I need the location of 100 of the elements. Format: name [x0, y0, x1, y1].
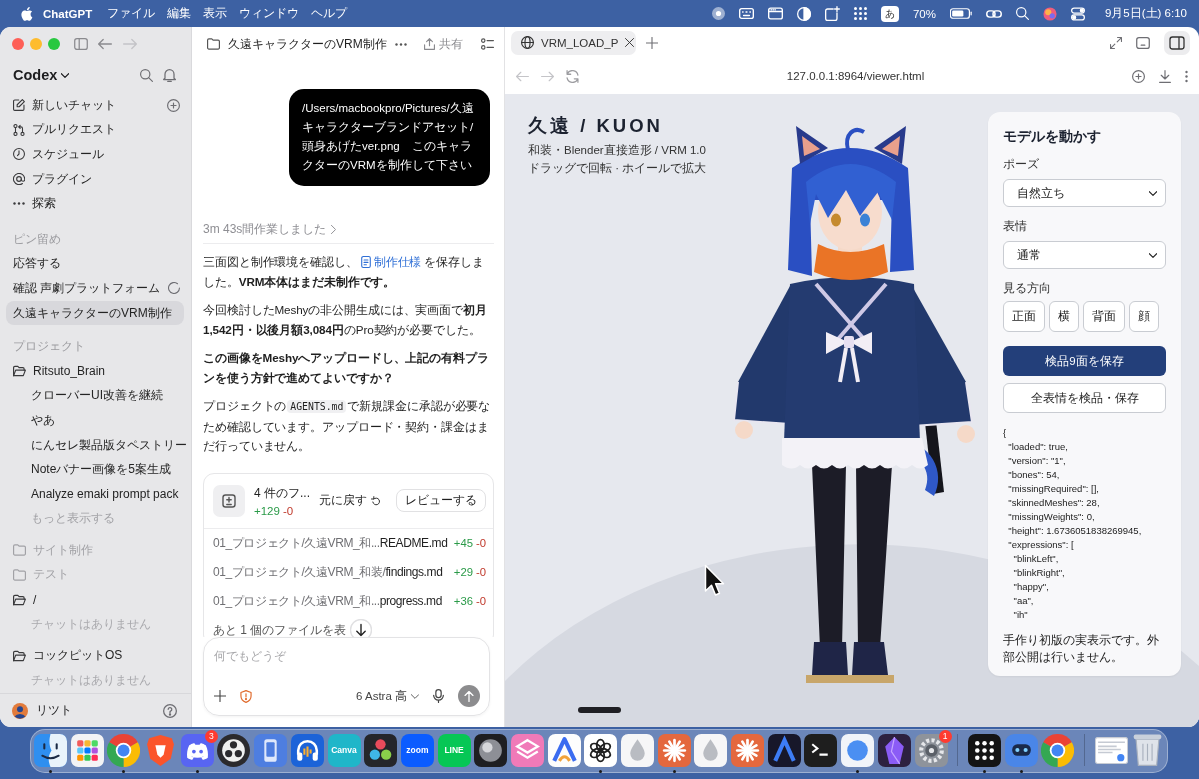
project-chat[interactable]: クローバーUI改善を継続 — [6, 383, 188, 409]
project-chat[interactable]: にんセレ製品版タペストリー — [6, 432, 188, 458]
dropdown-select[interactable]: 自然立ち — [1003, 179, 1166, 207]
view-button[interactable]: 顔 — [1129, 301, 1159, 332]
sidebar-item[interactable]: スケジュール — [6, 142, 188, 167]
input-mode-indicator[interactable]: あ — [880, 5, 899, 22]
window-icon[interactable] — [1136, 36, 1150, 49]
share-button[interactable]: 共有 — [424, 35, 463, 53]
drop-app-icon[interactable] — [694, 733, 728, 767]
keyboard-icon[interactable] — [738, 7, 754, 20]
pinned-chat[interactable]: 応答する — [6, 251, 188, 277]
primary-action-button[interactable]: 検品9面を保存 — [1003, 346, 1166, 376]
microphone-icon[interactable] — [433, 689, 444, 703]
show-more-files[interactable]: あと 1 個のファイルを表 — [213, 621, 347, 637]
expand-icon[interactable] — [1110, 36, 1122, 49]
file-path[interactable]: 01_プロジェクト/久遠VRM_和...README.md — [213, 534, 451, 552]
sidebar-item[interactable]: 探索 — [6, 191, 188, 216]
face-app-icon[interactable] — [34, 733, 67, 767]
robot-app-icon[interactable] — [1004, 733, 1038, 767]
sidebar-item[interactable]: 新しいチャット — [6, 93, 167, 118]
control-toggles-icon[interactable] — [1070, 6, 1085, 21]
plus-circle-icon[interactable] — [1132, 69, 1145, 83]
handle-bar[interactable] — [578, 707, 621, 713]
settings-icon[interactable] — [914, 733, 948, 767]
menu-item[interactable]: ヘルプ — [311, 6, 348, 21]
project-chat[interactable]: Noteバナー画像を5案生成 — [6, 457, 188, 482]
model-selector[interactable]: 6 Astra 高 — [356, 688, 419, 704]
arch-app-icon[interactable] — [767, 733, 801, 767]
apple-icon[interactable] — [21, 6, 33, 21]
project-folder[interactable]: Ritsuto_Brain — [6, 358, 188, 384]
crystal-app-icon[interactable] — [877, 733, 911, 767]
menu-item[interactable]: ファイル — [107, 6, 156, 21]
more-icon[interactable] — [394, 42, 407, 46]
view-button[interactable]: 横 — [1049, 301, 1079, 332]
address-bar[interactable]: 127.0.0.1:8964/viewer.html — [591, 70, 1120, 82]
search-icon[interactable] — [1015, 7, 1029, 20]
bell-icon[interactable] — [163, 68, 176, 82]
pinned-chat[interactable]: 久遠キャラクターのVRM制作 — [6, 300, 184, 326]
browser-tab[interactable]: VRM_LOAD_P — [511, 30, 636, 55]
arch-app-icon[interactable] — [547, 733, 581, 767]
record-icon[interactable] — [711, 7, 725, 20]
add-window-icon[interactable] — [824, 6, 840, 21]
review-button[interactable]: レビューする — [396, 489, 486, 512]
account-button[interactable]: リツト — [12, 702, 72, 719]
view-button[interactable]: 正面 — [1003, 301, 1045, 332]
contrast-icon[interactable] — [796, 6, 811, 21]
sidebar-item[interactable]: プラグイン — [6, 166, 188, 192]
terminal-icon[interactable] — [804, 733, 838, 767]
close-icon[interactable] — [625, 38, 635, 47]
undo-button[interactable]: 元に戻す — [319, 492, 381, 509]
asterisk-app-icon[interactable] — [731, 733, 765, 767]
dot-grid-app-icon[interactable] — [967, 733, 1001, 767]
ring-app-icon[interactable] — [107, 733, 141, 767]
asterisk-app-icon[interactable] — [657, 733, 691, 767]
view-button[interactable]: 背面 — [1083, 301, 1125, 332]
sidebar-toggle-icon[interactable] — [1164, 30, 1190, 55]
scroll-down-icon[interactable] — [350, 619, 373, 637]
app-name[interactable]: ChatGPT — [43, 7, 93, 20]
ring-app-icon[interactable] — [1041, 733, 1075, 767]
reload-icon[interactable] — [566, 69, 579, 83]
project-folder[interactable]: / — [6, 587, 188, 612]
dropdown-select[interactable]: 通常 — [1003, 241, 1166, 269]
file-path[interactable]: 01_プロジェクト/久遠VRM_和装/findings.md — [213, 563, 451, 581]
disc-app-icon[interactable] — [217, 733, 251, 767]
more-vertical-icon[interactable] — [1185, 69, 1188, 83]
project-folder[interactable]: コックピットOS — [6, 643, 188, 669]
menu-item[interactable]: 編集 — [167, 6, 192, 21]
grid-app-icon[interactable] — [70, 733, 104, 767]
workspace-switcher[interactable]: Codex — [13, 67, 70, 83]
sidebar-toggle-icon[interactable] — [74, 38, 88, 50]
menu-bar-clock[interactable]: 9月5日(土) 6:10 — [1104, 6, 1187, 21]
search-icon[interactable] — [140, 68, 153, 82]
plus-circle-icon[interactable] — [167, 98, 180, 112]
shield-alert-icon[interactable] — [240, 689, 252, 703]
menu-item[interactable]: 表示 — [203, 6, 228, 21]
dot-grid-icon[interactable] — [853, 7, 867, 20]
document-link[interactable]: 制作仕様 — [360, 255, 422, 268]
menu-item[interactable]: ウィンドウ — [239, 6, 300, 21]
task-list-icon[interactable] — [481, 38, 494, 50]
headphones-app-icon[interactable] — [290, 733, 324, 767]
message-input[interactable]: 何でもどうぞ — [214, 646, 354, 666]
download-icon[interactable] — [1159, 69, 1171, 83]
secondary-action-button[interactable]: 全表情を検品・保存 — [1003, 383, 1166, 413]
project-chat[interactable]: Analyze emaki prompt pack — [6, 481, 188, 507]
window-thumbnail[interactable] — [1094, 736, 1128, 764]
layers-app-icon[interactable] — [510, 733, 544, 767]
link-icon[interactable] — [985, 9, 1002, 18]
trash-icon[interactable] — [1133, 734, 1163, 766]
project-chat[interactable]: やあ — [6, 408, 188, 433]
help-icon[interactable] — [163, 703, 177, 718]
battery-icon[interactable] — [949, 8, 972, 19]
back-arrow-icon[interactable] — [98, 38, 112, 50]
sidebar-item[interactable]: プルリクエスト — [6, 117, 188, 143]
knot-app-icon[interactable] — [584, 733, 618, 767]
pinned-chat[interactable]: 確認 声劇プラットフォーム — [6, 276, 168, 301]
file-path[interactable]: 01_プロジェクト/久遠VRM_和...progress.md — [213, 592, 451, 610]
app-tile[interactable]: zoom — [400, 733, 434, 767]
new-tab-plus-icon[interactable] — [646, 36, 658, 49]
sphere-app-icon[interactable] — [474, 733, 508, 767]
gamepad-app-icon[interactable] — [180, 733, 214, 767]
